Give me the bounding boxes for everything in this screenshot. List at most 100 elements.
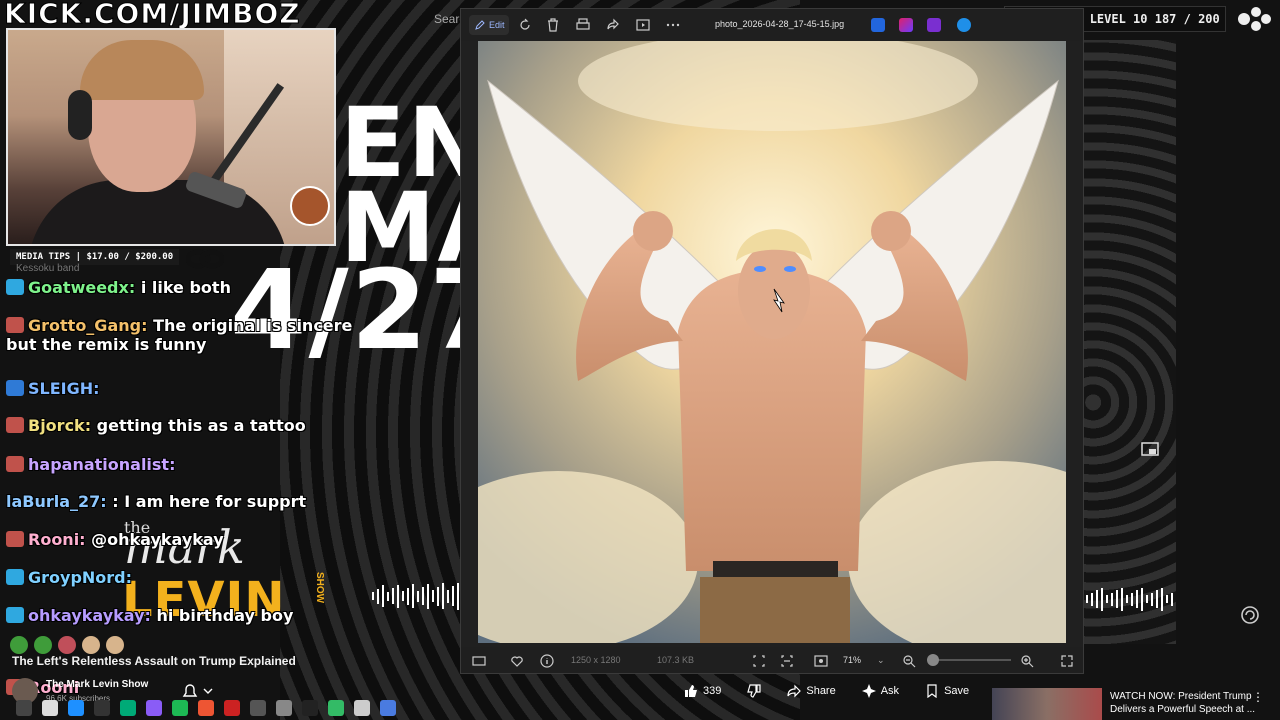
designer-icon[interactable] (899, 18, 913, 32)
taskbar-app-icon[interactable] (146, 700, 162, 716)
kick-channel-banner: KICK.COM/JIMBOZ (4, 0, 301, 30)
taskbar-app-icon[interactable] (172, 700, 188, 716)
kick-logo-icon (1238, 7, 1271, 31)
audio-bar (1106, 595, 1108, 603)
background-right-stripes (1084, 40, 1176, 644)
print-icon[interactable] (575, 17, 591, 33)
chat-message: Goatweedx: i like both (6, 278, 231, 297)
photos-toolbar: Edit photo_2026-04-28_17-45-15.jpg (461, 9, 1083, 41)
rotate-icon[interactable] (517, 17, 533, 33)
chat-badge-icon (6, 531, 24, 547)
audio-bar (1136, 590, 1138, 608)
audio-bar (1111, 592, 1113, 606)
save-button[interactable]: Save (917, 680, 977, 702)
taskbar-app-icon[interactable] (250, 700, 266, 716)
taskbar-app-icon[interactable] (94, 700, 110, 716)
left-glowing-eye (754, 266, 766, 272)
taskbar (0, 696, 560, 720)
zoom-slider[interactable] (927, 654, 1011, 666)
taskbar-app-icon[interactable] (224, 700, 240, 716)
thumbs-down-icon (747, 684, 761, 698)
delete-icon[interactable] (545, 17, 561, 33)
fullscreen-icon[interactable] (1059, 653, 1075, 669)
chat-message: hapanationalist: (6, 455, 175, 474)
picture-in-picture-icon[interactable] (1140, 440, 1160, 460)
chat-badge-icon (6, 279, 24, 295)
fit-to-window-icon[interactable] (813, 653, 829, 669)
more-options-icon[interactable] (665, 17, 681, 33)
streamer-hair (80, 40, 204, 100)
zoom-in-icon[interactable] (1019, 653, 1035, 669)
chat-badge-icon (6, 317, 24, 333)
taskbar-app-icon[interactable] (302, 700, 318, 716)
audio-bar (1166, 595, 1168, 603)
onedrive-icon[interactable] (957, 18, 971, 32)
share-button[interactable]: Share (779, 680, 843, 702)
chat-badge-icon (6, 380, 24, 396)
up-next-thumbnail[interactable] (992, 688, 1102, 720)
audio-bar (1171, 592, 1173, 606)
up-next-video[interactable]: WATCH NOW: President Trump Delivers a Po… (992, 688, 1278, 720)
emote-row (10, 636, 130, 656)
taskbar-app-icon[interactable] (354, 700, 370, 716)
refresh-circle-icon[interactable] (1240, 605, 1260, 625)
edit-button[interactable]: Edit (469, 15, 509, 35)
ask-button[interactable]: Ask (854, 680, 907, 702)
zoom-out-icon[interactable] (901, 653, 917, 669)
taskbar-app-icon[interactable] (276, 700, 292, 716)
clipchamp-icon[interactable] (871, 18, 885, 32)
kebab-menu-icon[interactable]: ⋮ (1252, 690, 1264, 704)
audio-bar (1141, 587, 1143, 611)
favorite-heart-icon[interactable] (509, 653, 525, 669)
editor-icon[interactable] (927, 18, 941, 32)
taskbar-app-icon[interactable] (380, 700, 396, 716)
crop-frame-icon[interactable] (751, 653, 767, 669)
audio-bar (447, 589, 449, 603)
slideshow-icon[interactable] (635, 17, 651, 33)
taskbar-app-icon[interactable] (42, 700, 58, 716)
sparkle-icon (861, 684, 876, 698)
share-icon[interactable] (605, 17, 621, 33)
taskbar-app-icon[interactable] (120, 700, 136, 716)
chat-username: Rooni: (28, 530, 86, 549)
chat-badge-icon (6, 417, 24, 433)
taskbar-app-icon[interactable] (68, 700, 84, 716)
taskbar-app-icon[interactable] (328, 700, 344, 716)
webcam-feed (6, 28, 336, 246)
angel-photo-art (478, 41, 1066, 643)
up-next-title[interactable]: WATCH NOW: President Trump Delivers a Po… (1110, 690, 1260, 716)
taskbar-app-icon[interactable] (16, 700, 32, 716)
chat-text: i like both (140, 278, 231, 297)
scan-text-icon[interactable] (779, 653, 795, 669)
chat-badge-icon (6, 456, 24, 472)
video-title[interactable]: The Left's Relentless Assault on Trump E… (12, 654, 296, 668)
image-file-size: 107.3 KB (657, 655, 695, 665)
audio-bar (1131, 592, 1133, 606)
emote-icon (58, 636, 76, 654)
media-now-playing: Kessoku band (16, 263, 80, 274)
audio-bar (392, 588, 394, 604)
audio-bar (422, 587, 424, 605)
chat-message: Grotto_Gang: The original is sincere but… (6, 316, 366, 354)
dislike-button[interactable] (739, 680, 769, 702)
filmstrip-icon[interactable] (471, 653, 487, 669)
audio-bar (412, 584, 414, 608)
zoom-dropdown-chevron-icon[interactable]: ⌄ (877, 655, 885, 666)
like-button[interactable]: 339 (676, 680, 729, 702)
zoom-level[interactable]: 71% (843, 655, 861, 665)
audio-bar (442, 583, 444, 609)
audio-bar (1101, 587, 1103, 611)
info-icon[interactable] (539, 653, 555, 669)
taskbar-app-icon[interactable] (198, 700, 214, 716)
channel-name[interactable]: The Mark Levin Show (46, 679, 148, 690)
video-actions: 339 Share Ask Save (676, 680, 1017, 702)
emote-icon (10, 636, 28, 654)
chat-message: SLEIGH: (6, 379, 100, 398)
chat-message: Bjorck: getting this as a tattoo (6, 416, 306, 435)
zoom-slider-thumb[interactable] (927, 654, 940, 666)
photos-status-bar: 1250 x 1280 107.3 KB 71% ⌄ (461, 647, 1083, 673)
chat-badge-icon (6, 569, 24, 585)
audio-bar (452, 586, 454, 606)
audio-bar (457, 582, 459, 610)
audio-bar (372, 592, 374, 600)
